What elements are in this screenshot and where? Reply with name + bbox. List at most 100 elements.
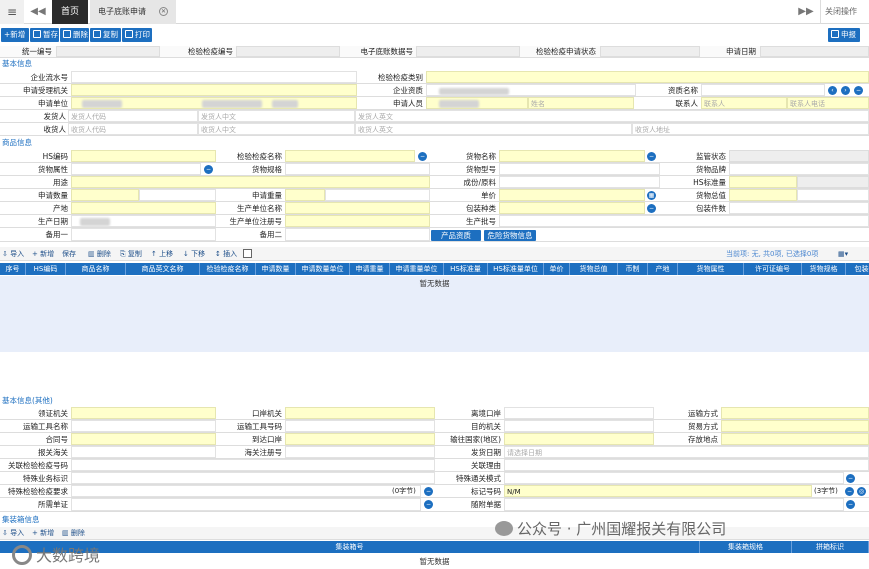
grid-copy-button[interactable]: ⎘ 复制 bbox=[120, 249, 142, 259]
goods-total-input[interactable] bbox=[729, 189, 797, 201]
attach-icon[interactable]: ◎ bbox=[857, 487, 866, 496]
grid-delete-button[interactable]: ▥ 删除 bbox=[88, 249, 111, 259]
transport-mode-select[interactable] bbox=[721, 407, 869, 419]
composition-input[interactable] bbox=[499, 176, 660, 188]
remove-icon[interactable]: − bbox=[204, 165, 213, 174]
calculator-icon[interactable]: ▦ bbox=[647, 191, 656, 200]
attached-input[interactable] bbox=[504, 498, 844, 511]
docs-input[interactable] bbox=[71, 498, 421, 511]
insert-button[interactable]: ↕ 插入 bbox=[215, 249, 237, 259]
consignee-addr-input[interactable]: 收货人地址 bbox=[632, 123, 869, 135]
remove-icon[interactable]: − bbox=[854, 86, 863, 95]
new-button[interactable]: +新增 bbox=[1, 28, 29, 42]
qual-name-field[interactable] bbox=[701, 84, 825, 96]
goods-brand-input[interactable] bbox=[729, 163, 869, 175]
close-icon[interactable]: ✕ bbox=[159, 7, 168, 16]
consignee-cn-input[interactable]: 收货人中文 bbox=[198, 123, 355, 135]
producer-reg-input[interactable] bbox=[285, 215, 430, 227]
vehicle-name-input[interactable] bbox=[71, 420, 216, 432]
inspection-name-input[interactable] bbox=[285, 150, 415, 162]
menu-icon[interactable]: ≡ bbox=[0, 0, 24, 24]
scroll-right-icon[interactable]: ▶▶ bbox=[796, 0, 816, 24]
hs-std-qty-input[interactable] bbox=[729, 176, 797, 188]
shipper-cn-input[interactable]: 发货人中文 bbox=[198, 110, 355, 122]
remark2-input[interactable] bbox=[285, 228, 430, 241]
remove-icon[interactable]: − bbox=[846, 500, 855, 509]
move-up-button[interactable]: ↑ 上移 bbox=[151, 249, 173, 259]
port-org-select[interactable] bbox=[285, 407, 435, 419]
move-down-button[interactable]: ↓ 下移 bbox=[183, 249, 205, 259]
remove-icon[interactable]: − bbox=[845, 487, 854, 496]
shipper-en-input[interactable]: 发货人英文 bbox=[355, 110, 869, 122]
copy-button[interactable]: 复制 bbox=[90, 28, 121, 42]
tab-home[interactable]: 首页 bbox=[52, 0, 88, 24]
dest-org-select[interactable] bbox=[504, 420, 654, 432]
storage-input[interactable] bbox=[721, 433, 869, 445]
goods-spec-input[interactable] bbox=[285, 163, 430, 175]
print-button[interactable]: 打印 bbox=[122, 28, 152, 42]
consignee-code-input[interactable]: 收货人代码 bbox=[68, 123, 198, 135]
close-operations-menu[interactable]: 关闭操作 bbox=[820, 0, 869, 24]
dangerous-goods-button[interactable]: 危险货物信息 bbox=[484, 230, 536, 241]
related-reason-input[interactable] bbox=[504, 459, 869, 471]
hs-code-input[interactable] bbox=[71, 150, 216, 162]
grid-save-button[interactable]: 保存 bbox=[62, 249, 76, 259]
declare-button[interactable]: 申报 bbox=[828, 28, 860, 42]
contact-tel-input[interactable]: 联系人电话 bbox=[787, 97, 869, 109]
goods-attr-input[interactable] bbox=[71, 163, 201, 175]
tab-e-bill-apply[interactable]: 电子底账申请 ✕ bbox=[90, 0, 176, 24]
grid-settings-icon[interactable]: ▦▾ bbox=[838, 249, 848, 259]
save-draft-button[interactable]: 暂存 bbox=[30, 28, 59, 42]
container-delete-button[interactable]: ▥ 删除 bbox=[62, 528, 85, 538]
prev-icon[interactable]: ‹ bbox=[828, 86, 837, 95]
mark-no-input[interactable]: N/M bbox=[504, 485, 812, 497]
currency-select[interactable] bbox=[797, 189, 869, 201]
related-no-input[interactable] bbox=[71, 459, 435, 471]
applicant-field[interactable] bbox=[426, 97, 528, 109]
delete-button[interactable]: 删除 bbox=[60, 28, 89, 42]
arrival-port-select[interactable] bbox=[285, 433, 435, 445]
scroll-left-icon[interactable]: ◀◀ bbox=[28, 0, 48, 24]
customs-select[interactable] bbox=[71, 446, 216, 458]
next-icon[interactable]: › bbox=[841, 86, 850, 95]
dest-country-select[interactable] bbox=[504, 433, 654, 445]
remove-icon[interactable]: − bbox=[418, 152, 427, 161]
remove-icon[interactable]: − bbox=[424, 500, 433, 509]
usage-input[interactable] bbox=[71, 176, 430, 188]
remove-icon[interactable]: − bbox=[647, 152, 656, 161]
shipper-code-input[interactable]: 发货人代码 bbox=[68, 110, 198, 122]
apply-unit-field[interactable] bbox=[71, 97, 357, 109]
cert-org-select[interactable] bbox=[71, 407, 216, 419]
enterprise-seq-input[interactable] bbox=[71, 71, 357, 83]
apply-weight-unit-select[interactable] bbox=[325, 189, 430, 201]
prod-date-input[interactable] bbox=[71, 215, 216, 227]
customs-reg-input[interactable] bbox=[285, 446, 435, 458]
consignee-en-input[interactable]: 收货人英文 bbox=[355, 123, 632, 135]
applicant-name-input[interactable]: 姓名 bbox=[528, 97, 634, 109]
ship-date-input[interactable]: 请选择日期 bbox=[504, 446, 869, 458]
origin-select[interactable] bbox=[71, 202, 216, 214]
special-biz-input[interactable] bbox=[71, 472, 435, 484]
accept-org-select[interactable] bbox=[71, 84, 357, 96]
depart-port-select[interactable] bbox=[504, 407, 654, 419]
contact-input[interactable]: 联系人 bbox=[701, 97, 787, 109]
container-import-button[interactable]: ⇩ 导入 bbox=[2, 528, 24, 538]
goods-model-input[interactable] bbox=[499, 163, 660, 175]
remove-icon[interactable]: − bbox=[424, 487, 433, 496]
grid-new-button[interactable]: + 新增 bbox=[32, 249, 54, 259]
apply-qty-input[interactable] bbox=[71, 189, 139, 201]
product-qual-button[interactable]: 产品资质 bbox=[431, 230, 481, 241]
inspection-category-select[interactable] bbox=[426, 71, 869, 83]
apply-weight-input[interactable] bbox=[285, 189, 325, 201]
remark1-input[interactable] bbox=[71, 228, 216, 241]
contract-no-input[interactable] bbox=[71, 433, 216, 445]
goods-name-input[interactable] bbox=[499, 150, 645, 162]
producer-name-input[interactable] bbox=[285, 202, 430, 214]
enterprise-qual-field[interactable] bbox=[426, 84, 636, 96]
unit-price-input[interactable] bbox=[499, 189, 645, 201]
import-button[interactable]: ⇩ 导入 bbox=[2, 249, 24, 259]
select-all-checkbox[interactable] bbox=[243, 249, 252, 258]
prod-batch-input[interactable] bbox=[499, 215, 869, 227]
remove-icon[interactable]: − bbox=[647, 204, 656, 213]
vehicle-no-input[interactable] bbox=[285, 420, 435, 432]
